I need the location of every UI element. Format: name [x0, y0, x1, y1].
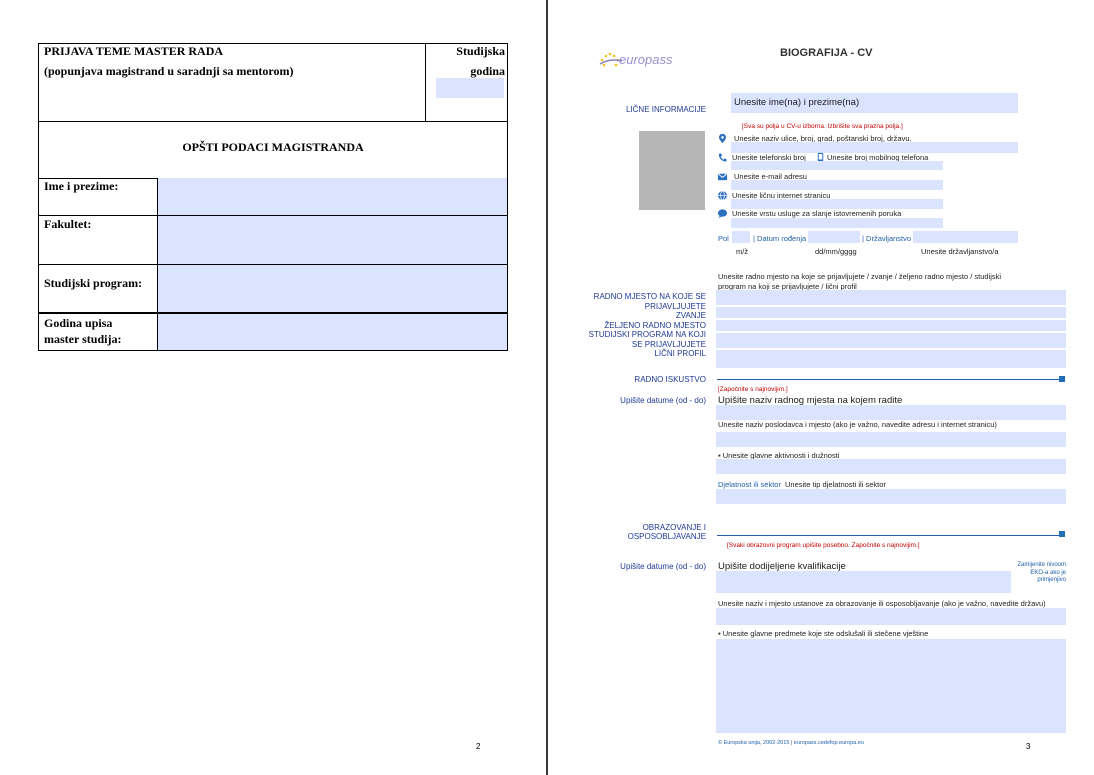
section-title: OPŠTI PODACI MAGISTRANDA [182, 140, 364, 154]
eqf-note: Zamijenite nivoom EKO-a ako je primjenji… [1003, 562, 1066, 585]
general-data-section: OPŠTI PODACI MAGISTRANDA [38, 121, 508, 179]
nationality-label: | Državljanstvo [862, 234, 912, 243]
job-label-line: ZVANJE [675, 311, 706, 320]
eqf-note-line3: primjenjivo [1037, 577, 1066, 583]
row-full-name: Ime i prezime: [38, 178, 508, 216]
work-experience-rule [717, 379, 1060, 380]
email-envelope-icon [717, 173, 728, 181]
website-field[interactable] [731, 199, 943, 209]
enrollment-year-field[interactable] [157, 314, 507, 350]
eqf-note-line1: Zamijenite nivoom [1017, 562, 1066, 568]
row-study-program: Studijski program: [38, 265, 508, 313]
header-title: PRIJAVA TEME MASTER RADA [44, 44, 224, 58]
education-note: [Svaki obrazovni program upišite posebno… [727, 542, 920, 549]
job-applied-field-5[interactable] [716, 350, 1066, 368]
cv-title: BIOGRAFIJA - CV [780, 47, 873, 59]
optional-fields-note: [Sva su polja u CV-u izborna. Izbrišite … [742, 123, 903, 130]
sex-field[interactable] [732, 231, 750, 243]
location-pin-icon [719, 133, 726, 144]
job-label-line: RADNO MJESTO NA KOJE SE [593, 292, 706, 301]
enrollment-year-label-line1: Godina upisa [44, 316, 113, 330]
work-experience-note: [Započnite s najnovijim.] [718, 386, 788, 393]
row-faculty: Fakultet: [38, 216, 508, 265]
job-label-line: ŽELJENO RADNO MJESTO [604, 320, 706, 330]
job-applied-field-1[interactable] [716, 290, 1066, 305]
education-rule-end [1059, 531, 1065, 537]
website-globe-icon [718, 190, 727, 201]
activities-field[interactable] [716, 459, 1066, 474]
sector-field[interactable] [716, 489, 1066, 504]
instant-messaging-field[interactable] [731, 218, 943, 228]
employer-field[interactable] [716, 432, 1066, 447]
full-name-field[interactable] [157, 178, 507, 215]
study-program-field[interactable] [157, 265, 507, 312]
job-applied-field-4[interactable] [716, 333, 1066, 348]
address-field[interactable] [731, 142, 1018, 153]
photo-placeholder[interactable] [639, 131, 705, 210]
job-label-line: PRIJAVLJUJETE [644, 301, 706, 311]
europass-footer: © Europska unija, 2002-2015 | europass.c… [718, 740, 864, 746]
study-year-field[interactable] [436, 78, 504, 98]
sex-label: Pol [718, 234, 729, 243]
sector-placeholder: Unesite tip djelatnosti ili sektor [785, 480, 886, 489]
birth-date-label: | Datum rođenja [753, 234, 807, 243]
subjects-placeholder: ▪ Unesite glavne predmete koje ste odslu… [718, 629, 929, 638]
job-applied-text-line1: Unesite radno mjesto na koje se prijavlj… [718, 272, 1002, 281]
personal-info-label: LIČNE INFORMACIJE [625, 105, 706, 114]
europass-logo-text: europass [619, 52, 673, 67]
left-page-number: 2 [476, 742, 481, 751]
phone-icon [718, 153, 727, 162]
subjects-field[interactable] [716, 639, 1066, 733]
header-divider [425, 44, 426, 121]
page-divider [546, 0, 548, 775]
position-field[interactable] [716, 405, 1066, 420]
enrollment-year-label-line2: master studija: [44, 332, 122, 346]
email-field[interactable] [731, 180, 943, 190]
education-dates-label: Upišite datume (od - do) [620, 562, 706, 571]
sex-value: m/ž [736, 247, 749, 256]
job-label-line: STUDIJSKI PROGRAM NA KOJI [588, 330, 706, 339]
institution-placeholder: Unesite naziv i mjesto ustanove za obraz… [718, 599, 1046, 608]
education-rule [717, 535, 1060, 536]
name-placeholder: Unesite ime(na) i prezime(na) [734, 97, 860, 108]
work-dates-label: Upišite datume (od - do) [620, 396, 706, 405]
qualification-field[interactable] [716, 571, 1011, 593]
work-experience-label: RADNO ISKUSTVO [634, 375, 706, 384]
birth-date-field[interactable] [808, 231, 860, 243]
institution-field[interactable] [716, 608, 1066, 625]
faculty-field[interactable] [157, 216, 507, 264]
job-label-line: SE PRIJAVLJUJETE [631, 339, 706, 349]
sector-label: Djelatnost ili sektor [718, 480, 781, 489]
study-year-label-line2: godina [470, 64, 505, 78]
right-page-number: 3 [1026, 742, 1031, 751]
row-enrollment-year: Godina upisa master studija: [38, 313, 508, 351]
job-applied-field-2[interactable] [716, 307, 1066, 318]
job-applied-field-3[interactable] [716, 320, 1066, 331]
education-label-line2: OSPOSOBLJAVANJE [627, 532, 706, 541]
study-program-label: Studijski program: [44, 276, 143, 290]
chat-bubble-icon [717, 209, 728, 219]
nationality-field[interactable] [913, 231, 1018, 243]
job-label-line: LIČNI PROFIL [654, 349, 706, 358]
study-year-label-line1: Studijska [456, 44, 505, 58]
nationality-value: Unesite državljanstvo/a [921, 247, 999, 256]
job-applied-label: RADNO MJESTO NA KOJE SE PRIJAVLJUJETE ZV… [566, 292, 706, 359]
eqf-note-line2: EKO-a ako je [1030, 569, 1066, 576]
work-experience-rule-end [1059, 376, 1065, 382]
birth-date-value: dd/mm/gggg [815, 247, 857, 256]
instant-messaging-placeholder: Unesite vrstu usluge za slanje istovreme… [732, 209, 902, 218]
employer-placeholder: Unesite naziv poslodavca i mjesto (ako j… [718, 420, 997, 429]
phone-field[interactable] [731, 161, 943, 170]
faculty-label: Fakultet: [44, 217, 92, 231]
full-name-label: Ime i prezime: [44, 179, 119, 193]
header-subtitle: (popunjava magistrand u saradnji sa ment… [44, 64, 294, 78]
application-header-box: PRIJAVA TEME MASTER RADA (popunjava magi… [38, 43, 508, 122]
